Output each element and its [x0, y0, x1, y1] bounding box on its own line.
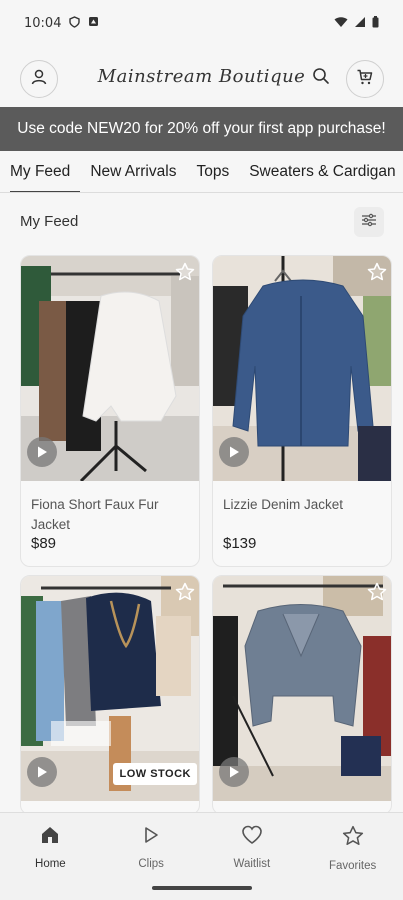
status-time: 10:04	[24, 15, 62, 31]
play-video-icon[interactable]	[219, 757, 249, 787]
product-card[interactable]: Lizzie Denim Jacket $139	[212, 255, 392, 567]
promo-text: Use code NEW20 for 20% off your first ap…	[17, 120, 386, 137]
signal-icon	[354, 16, 366, 31]
nav-favorites[interactable]: Favorites	[302, 813, 403, 900]
play-video-icon[interactable]	[27, 757, 57, 787]
heart-icon	[241, 825, 263, 850]
nav-home[interactable]: Home	[0, 813, 101, 900]
nav-waitlist-label: Waitlist	[233, 858, 271, 870]
cart-icon	[356, 68, 374, 91]
notification-status-icon	[88, 16, 99, 30]
product-card[interactable]: Fiona Short Faux Fur Jacket $89	[20, 255, 200, 567]
section-title: My Feed	[20, 213, 79, 230]
product-image[interactable]: LOW STOCK	[21, 576, 199, 801]
star-icon	[342, 825, 364, 852]
product-image[interactable]	[213, 256, 391, 481]
tab-new-arrivals[interactable]: New Arrivals	[80, 151, 186, 192]
tab-my-feed[interactable]: My Feed	[0, 151, 81, 192]
tab-tops[interactable]: Tops	[186, 151, 239, 192]
favorite-star-icon[interactable]	[175, 262, 195, 282]
favorite-star-icon[interactable]	[367, 262, 387, 282]
home-indicator[interactable]	[152, 886, 252, 890]
battery-icon	[372, 15, 379, 31]
nav-home-label: Home	[35, 858, 66, 870]
favorite-star-icon[interactable]	[367, 582, 387, 602]
home-icon	[40, 825, 60, 850]
tab-sweaters-cardigans[interactable]: Sweaters & Cardigan	[239, 151, 403, 192]
search-button[interactable]	[308, 65, 334, 91]
promo-banner[interactable]: Use code NEW20 for 20% off your first ap…	[0, 107, 403, 151]
app-header: Mainstream Boutique	[0, 56, 403, 102]
nav-clips-label: Clips	[138, 858, 164, 870]
cart-button[interactable]	[346, 60, 384, 98]
product-image[interactable]	[213, 576, 391, 801]
product-price: $139	[223, 535, 257, 552]
product-card[interactable]	[212, 575, 392, 815]
play-icon	[141, 825, 161, 850]
low-stock-badge: LOW STOCK	[113, 763, 197, 785]
product-name: Lizzie Denim Jacket	[223, 497, 344, 512]
play-video-icon[interactable]	[219, 437, 249, 467]
brand-logo[interactable]: Mainstream Boutique	[0, 66, 403, 87]
filter-button[interactable]	[354, 207, 384, 237]
play-video-icon[interactable]	[27, 437, 57, 467]
product-card[interactable]: LOW STOCK	[20, 575, 200, 815]
favorite-star-icon[interactable]	[175, 582, 195, 602]
wifi-icon	[334, 16, 348, 31]
nav-favorites-label: Favorites	[328, 860, 377, 872]
status-bar: 10:04	[0, 0, 403, 46]
product-price: $89	[31, 535, 57, 552]
filter-sliders-icon	[361, 213, 377, 232]
search-icon	[312, 67, 330, 90]
product-image[interactable]	[21, 256, 199, 481]
product-name: Fiona Short Faux Fur Jacket	[31, 497, 159, 532]
shield-status-icon	[69, 15, 81, 31]
category-tabs: My Feed New Arrivals Tops Sweaters & Car…	[0, 151, 403, 193]
